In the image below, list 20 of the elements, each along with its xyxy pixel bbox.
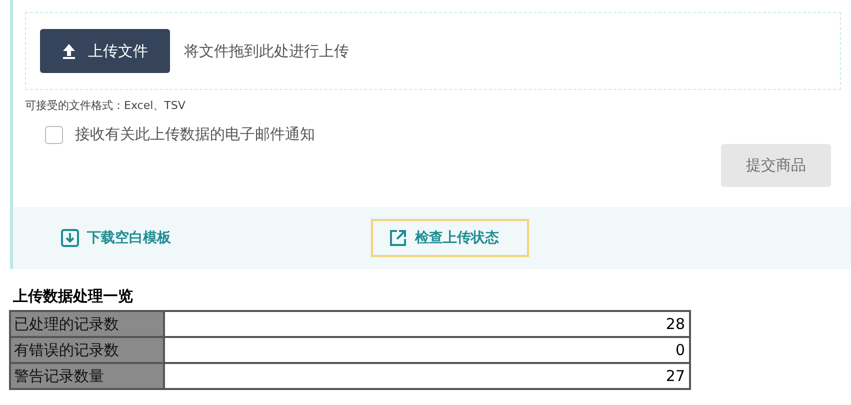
footer-link[interactable]: 检查上传状态 <box>371 219 529 257</box>
row-label: 警告记录数量 <box>10 363 164 389</box>
link-label: 检查上传状态 <box>415 229 499 247</box>
email-checkbox[interactable] <box>45 126 63 144</box>
link-label: 下载空白模板 <box>87 229 171 247</box>
drop-zone[interactable]: 上传文件 将文件拖到此处进行上传 <box>25 12 841 90</box>
accepted-formats: 可接受的文件格式：Excel、TSV <box>25 98 186 113</box>
row-label: 有错误的记录数 <box>10 337 164 363</box>
checkbox-label: 接收有关此上传数据的电子邮件通知 <box>75 125 315 144</box>
upload-icon <box>62 43 76 59</box>
upload-button[interactable]: 上传文件 <box>40 29 170 73</box>
download-icon <box>61 229 79 247</box>
footer-link[interactable]: 下载空白模板 <box>43 219 201 257</box>
external-link-icon <box>389 229 407 247</box>
summary-title: 上传数据处理一览 <box>13 287 134 306</box>
row-value: 28 <box>164 311 690 337</box>
row-value: 0 <box>164 337 690 363</box>
drop-hint: 将文件拖到此处进行上传 <box>184 42 349 60</box>
row-label: 已处理的记录数 <box>10 311 164 337</box>
row-value: 27 <box>164 363 690 389</box>
